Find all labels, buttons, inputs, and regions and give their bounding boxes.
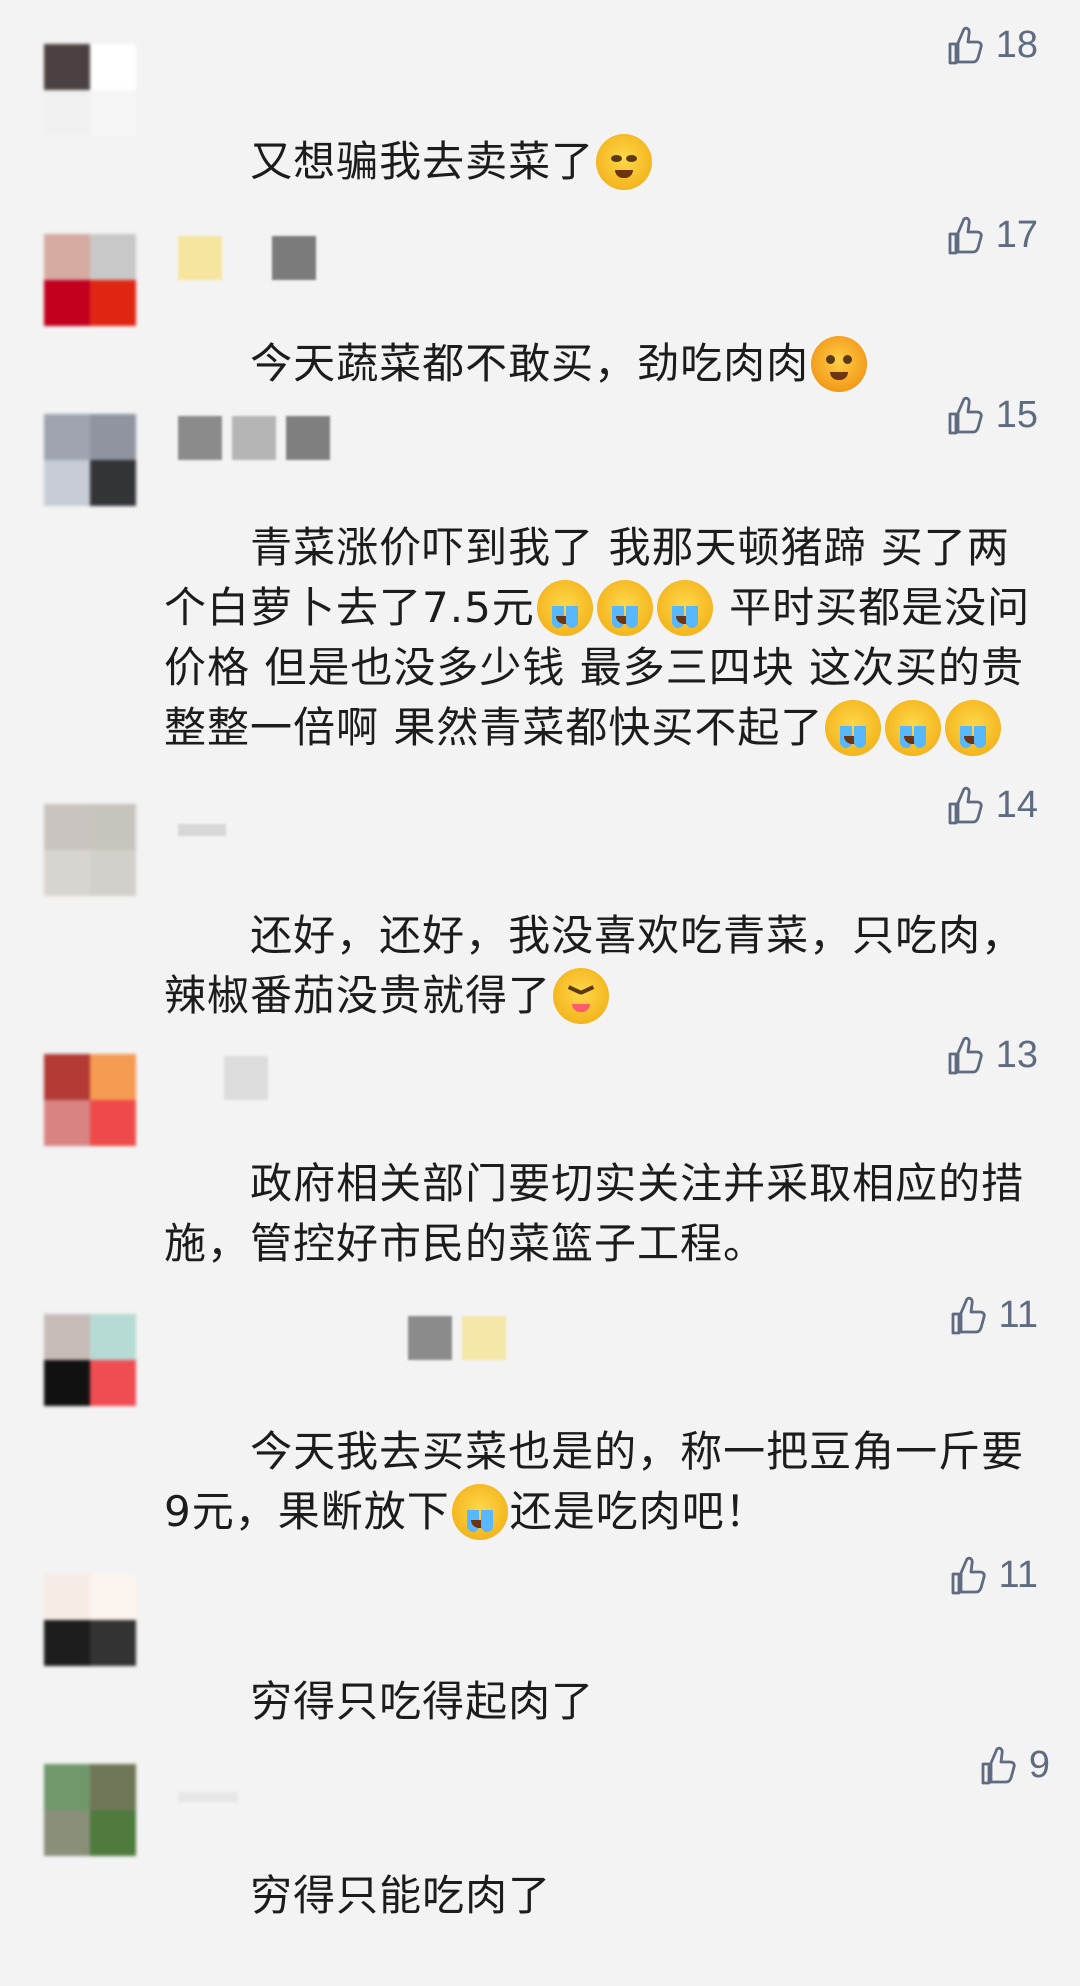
thumbs-up-icon [981, 1746, 1016, 1784]
like-button[interactable]: 18 [942, 24, 1038, 67]
crying-emoji [825, 699, 882, 756]
comment-item: 14 还好，还好，我没喜欢吃青菜，只吃肉，辣椒番茄没贵就得了 [0, 760, 1080, 1024]
smirk-emoji [596, 133, 653, 190]
like-count: 14 [995, 784, 1038, 826]
avatar[interactable] [44, 1054, 136, 1146]
thumbs-up-icon [951, 1296, 986, 1334]
username[interactable] [178, 416, 330, 460]
comment-item: 13 政府相关部门要切实关注并采取相应的措施，管控好市民的菜篮子工程。 [0, 1010, 1080, 1270]
like-count: 11 [998, 1554, 1038, 1596]
username[interactable] [178, 1316, 506, 1360]
thumbs-up-icon [948, 786, 983, 824]
avatar[interactable] [44, 1574, 136, 1666]
like-button[interactable]: 14 [942, 784, 1038, 827]
thumbs-up-icon [948, 216, 983, 254]
like-count: 11 [998, 1294, 1038, 1336]
like-count: 17 [995, 214, 1038, 256]
avatar[interactable] [44, 234, 136, 326]
like-count: 15 [995, 394, 1038, 436]
comment-item: 9 穷得只能吃肉了 [0, 1720, 1080, 1920]
crying-emoji [536, 579, 593, 636]
like-count: 9 [1028, 1744, 1050, 1786]
like-button[interactable]: 11 [945, 1554, 1038, 1597]
thumbs-up-icon [951, 1556, 986, 1594]
avatar[interactable] [44, 414, 136, 506]
thumbs-up-icon [948, 26, 983, 64]
comment-text: 穷得只能吃肉了 [250, 1871, 552, 1920]
thumbs-up-icon [948, 1036, 983, 1074]
like-button[interactable]: 17 [942, 214, 1038, 257]
comment-list: 18 又想骗我去卖菜了 17 今天蔬菜都不敢买，劲吃肉肉 15 青菜涨价吓到我了… [0, 0, 1080, 1920]
comment-item: 11 今天我去买菜也是的，称一把豆角一斤要9元，果断放下 还是吃肉吧！ [0, 1270, 1080, 1540]
thumbs-up-icon [948, 396, 983, 434]
username[interactable] [178, 806, 226, 850]
comment-item: 17 今天蔬菜都不敢买，劲吃肉肉 [0, 190, 1080, 392]
crying-emoji [885, 699, 942, 756]
avatar[interactable] [44, 1314, 136, 1406]
crying-emoji [656, 579, 713, 636]
comment-item: 11 穷得只吃得起肉了 [0, 1530, 1080, 1726]
comment-item: 18 又想骗我去卖菜了 [0, 0, 1080, 190]
avatar[interactable] [44, 1764, 136, 1856]
crying-emoji [945, 699, 1002, 756]
like-button[interactable]: 13 [942, 1034, 1038, 1077]
comment-item: 15 青菜涨价吓到我了 我那天顿猪蹄 买了两个白萝卜去了7.5元 平时买都是没问… [0, 370, 1080, 760]
like-button[interactable]: 15 [942, 394, 1038, 437]
like-count: 13 [995, 1034, 1038, 1076]
like-count: 18 [995, 24, 1038, 66]
avatar[interactable] [44, 804, 136, 896]
like-button[interactable]: 11 [945, 1294, 1038, 1337]
crying-emoji [596, 579, 653, 636]
avatar[interactable] [44, 44, 136, 136]
like-button[interactable]: 9 [975, 1744, 1050, 1787]
username[interactable] [178, 1766, 238, 1810]
